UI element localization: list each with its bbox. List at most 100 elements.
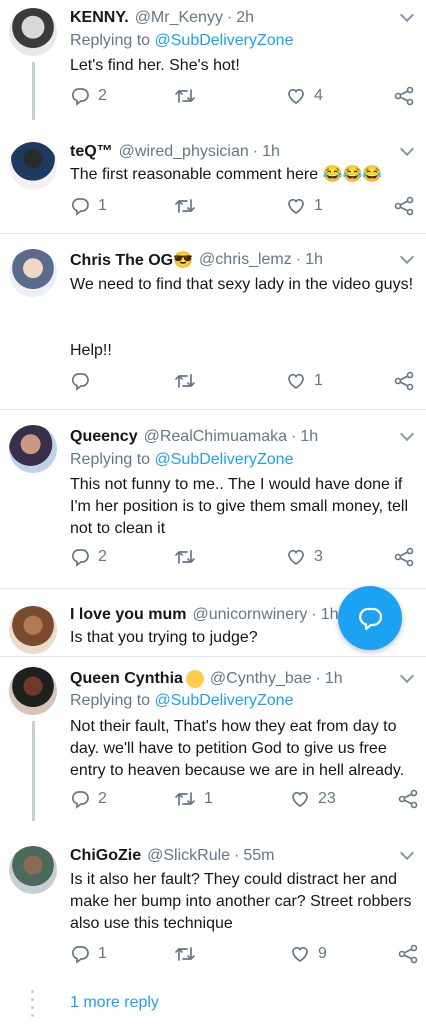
timestamp[interactable]: 1h: [300, 428, 318, 446]
tweet-kenny[interactable]: KENNY. @Mr_Kenyy · 2h Replying to @SubDe…: [0, 0, 426, 125]
retweet-count: 1: [204, 790, 213, 807]
share-icon: [394, 371, 414, 391]
share-icon: [394, 547, 414, 567]
tweet-actions: 2 1 23: [70, 789, 418, 813]
chevron-down-icon[interactable]: [399, 426, 415, 442]
share-button[interactable]: [394, 547, 414, 567]
tweet-text: We need to find that sexy lady in the vi…: [70, 276, 414, 293]
handle[interactable]: @unicornwinery: [192, 606, 307, 624]
retweet-button[interactable]: 1: [174, 789, 213, 809]
reply-button[interactable]: 1: [70, 944, 107, 964]
tweet-text: The first reasonable comment here 😂😂😂: [70, 166, 383, 183]
share-button[interactable]: [394, 371, 414, 391]
avatar[interactable]: [9, 425, 57, 473]
like-count: 9: [318, 945, 327, 962]
retweet-button[interactable]: [174, 371, 204, 391]
avatar[interactable]: [9, 8, 57, 56]
avatar[interactable]: [9, 667, 57, 715]
like-icon: [288, 198, 304, 214]
share-button[interactable]: [394, 196, 414, 216]
handle[interactable]: @Mr_Kenyy: [135, 9, 223, 27]
retweet-button[interactable]: [174, 944, 204, 964]
separator-dot: ·: [291, 428, 297, 445]
tweet-header: teQ™ @wired_physician · 1h: [70, 140, 280, 164]
tweet-actions: 1 9: [70, 944, 418, 968]
replying-to: Replying to @SubDeliveryZone: [70, 692, 293, 710]
avatar[interactable]: [9, 606, 57, 654]
mention-link[interactable]: @SubDeliveryZone: [155, 32, 294, 49]
retweet-button[interactable]: [174, 196, 204, 216]
retweet-icon: [175, 792, 195, 806]
avatar[interactable]: [9, 249, 57, 297]
display-name[interactable]: KENNY.: [70, 9, 129, 27]
like-button[interactable]: 23: [290, 789, 336, 809]
timestamp[interactable]: 1h: [262, 143, 280, 161]
reply-button[interactable]: [70, 371, 98, 391]
display-name[interactable]: Chris The OG😎: [70, 250, 193, 270]
tweet-chris[interactable]: Chris The OG😎 @chris_lemz · 1h We need t…: [0, 246, 426, 406]
emoji-icon: [185, 670, 204, 688]
tweet-actions: 2 4: [70, 86, 416, 110]
compose-reply-button[interactable]: [338, 586, 402, 650]
like-icon: [288, 88, 304, 104]
reply-button[interactable]: 2: [70, 789, 107, 809]
reply-count: 2: [98, 790, 107, 807]
chevron-down-icon[interactable]: [399, 845, 415, 861]
share-icon: [394, 86, 414, 106]
handle[interactable]: @SlickRule: [147, 847, 230, 865]
tweet-header: ChiGoZie @SlickRule · 55m: [70, 844, 275, 868]
mention-link[interactable]: @SubDeliveryZone: [155, 692, 294, 709]
reply-icon: [71, 198, 89, 216]
compose-reply-icon: [359, 607, 383, 631]
avatar[interactable]: [9, 846, 57, 894]
chevron-down-icon[interactable]: [399, 249, 415, 265]
timestamp[interactable]: 2h: [236, 9, 254, 27]
timestamp[interactable]: 1h: [325, 670, 343, 688]
chevron-down-icon[interactable]: [399, 141, 415, 157]
reply-icon: [71, 373, 89, 391]
tweet-teq[interactable]: teQ™ @wired_physician · 1h The first rea…: [0, 137, 426, 232]
display-name[interactable]: Queen Cynthia: [70, 670, 183, 688]
reply-icon: [71, 88, 89, 106]
more-replies-link[interactable]: 1 more reply: [70, 994, 159, 1012]
tweet-text: This not funny to me.. The I would have …: [70, 476, 408, 537]
tweet-header: I love you mum @unicornwinery · 1h: [70, 603, 339, 627]
display-name[interactable]: teQ™: [70, 143, 113, 161]
like-button[interactable]: 3: [286, 547, 323, 567]
handle[interactable]: @wired_physician: [119, 143, 249, 161]
like-count: 3: [314, 548, 323, 565]
retweet-button[interactable]: [174, 86, 204, 106]
reply-count: 1: [98, 945, 107, 962]
reply-button[interactable]: 2: [70, 86, 107, 106]
tweet-text: Not their fault, That's how they eat fro…: [70, 718, 405, 779]
tweet-chigozie[interactable]: ChiGoZie @SlickRule · 55m Is it also her…: [0, 844, 426, 974]
handle[interactable]: @Cynthy_bae: [210, 670, 312, 688]
share-button[interactable]: [398, 789, 418, 809]
like-button[interactable]: 4: [286, 86, 323, 106]
retweet-button[interactable]: [174, 547, 204, 567]
chevron-down-icon[interactable]: [399, 7, 415, 23]
timestamp[interactable]: 1h: [321, 606, 339, 624]
chevron-down-icon[interactable]: [399, 668, 415, 684]
mention-link[interactable]: @SubDeliveryZone: [155, 451, 294, 468]
separator-dot: ·: [315, 670, 321, 687]
tweet-queen-cynthia[interactable]: Queen Cynthia @Cynthy_bae · 1h Replying …: [0, 665, 426, 825]
retweet-icon: [175, 374, 195, 388]
like-button[interactable]: 9: [290, 944, 327, 964]
timestamp[interactable]: 1h: [305, 251, 323, 269]
timestamp[interactable]: 55m: [243, 847, 274, 865]
handle[interactable]: @chris_lemz: [199, 251, 292, 269]
like-button[interactable]: 1: [286, 196, 323, 216]
reply-button[interactable]: 1: [70, 196, 107, 216]
like-button[interactable]: 1: [286, 371, 323, 391]
share-button[interactable]: [398, 944, 418, 964]
handle[interactable]: @RealChimuamaka: [144, 428, 287, 446]
avatar[interactable]: [9, 142, 57, 190]
share-button[interactable]: [394, 86, 414, 106]
display-name[interactable]: ChiGoZie: [70, 847, 141, 865]
display-name[interactable]: Queency: [70, 428, 138, 446]
display-name[interactable]: I love you mum: [70, 606, 186, 624]
separator-dot: ·: [234, 847, 240, 864]
reply-button[interactable]: 2: [70, 547, 107, 567]
tweet-queency[interactable]: Queency @RealChimuamaka · 1h Replying to…: [0, 423, 426, 583]
